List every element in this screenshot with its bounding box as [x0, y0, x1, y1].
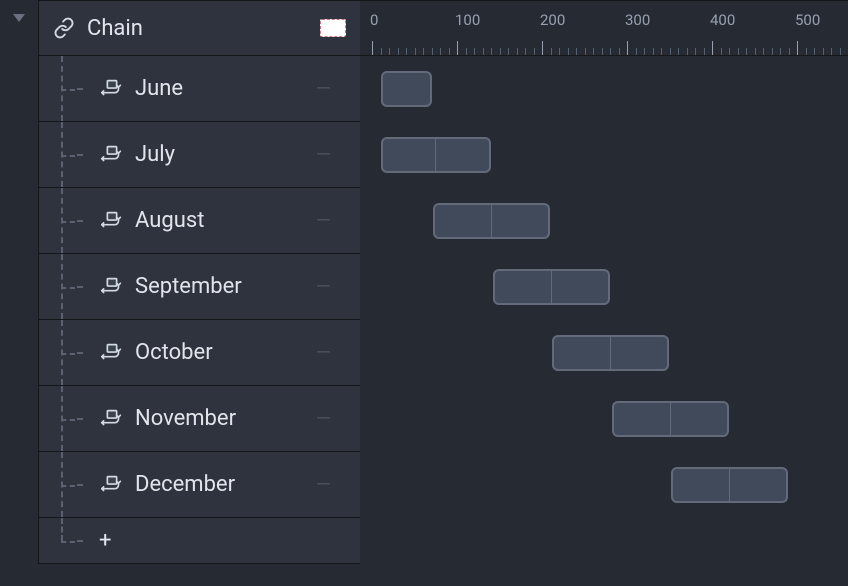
item-label: November — [135, 406, 236, 431]
add-item-row: + — [38, 518, 360, 564]
clip-repeat-icon — [99, 277, 125, 297]
item-label: June — [135, 76, 183, 101]
panel-item-row[interactable]: June – — [38, 56, 360, 122]
clip-repeat-icon — [99, 475, 125, 495]
remove-item-button[interactable]: – — [315, 406, 332, 432]
clip-repeat-icon — [99, 211, 125, 231]
timeline-row — [360, 452, 848, 518]
timeline-row — [360, 254, 848, 320]
remove-item-button[interactable]: – — [315, 274, 332, 300]
ruler-tick-label: 400 — [710, 11, 735, 29]
clip-repeat-icon — [99, 343, 125, 363]
panel-item-row[interactable]: November – — [38, 386, 360, 452]
ruler-tick-label: 500 — [795, 11, 820, 29]
panel-item-row[interactable]: December – — [38, 452, 360, 518]
color-swatch[interactable] — [320, 19, 346, 37]
clip-repeat-icon — [99, 79, 125, 99]
ruler-tick-label: 200 — [540, 11, 565, 29]
timeline-clip[interactable] — [612, 401, 729, 437]
clip-repeat-icon — [99, 409, 125, 429]
chain-icon — [53, 17, 75, 39]
timeline-row — [360, 386, 848, 452]
timeline-area[interactable]: 0 100 200 300 400 500 — [360, 0, 848, 586]
timeline-row — [360, 320, 848, 386]
item-label: July — [135, 142, 175, 167]
ruler-tick-label: 0 — [370, 11, 378, 29]
timeline-ruler: 0 100 200 300 400 500 — [360, 0, 848, 56]
timeline-clip[interactable] — [552, 335, 669, 371]
clip-repeat-icon — [99, 145, 125, 165]
collapse-chevron-icon[interactable] — [13, 14, 25, 22]
timeline-row — [360, 188, 848, 254]
timeline-clip[interactable] — [381, 137, 492, 173]
panel-item-row[interactable]: October – — [38, 320, 360, 386]
chain-title: Chain — [87, 16, 143, 41]
timeline-clip[interactable] — [381, 71, 432, 107]
panel-item-row[interactable]: July – — [38, 122, 360, 188]
timeline-clip[interactable] — [493, 269, 610, 305]
item-label: September — [135, 274, 242, 299]
panel-item-row[interactable]: September – — [38, 254, 360, 320]
remove-item-button[interactable]: – — [315, 208, 332, 234]
remove-item-button[interactable]: – — [315, 472, 332, 498]
chain-header-row[interactable]: Chain — [38, 0, 360, 56]
timeline-clip[interactable] — [671, 467, 788, 503]
panel-item-row[interactable]: August – — [38, 188, 360, 254]
ruler-tick-label: 300 — [625, 11, 650, 29]
timeline-row — [360, 122, 848, 188]
timeline-clip[interactable] — [433, 203, 550, 239]
item-label: October — [135, 340, 213, 365]
remove-item-button[interactable]: – — [315, 142, 332, 168]
item-label: August — [135, 208, 204, 233]
add-item-button[interactable]: + — [99, 528, 111, 553]
track-panel: Chain June – July – — [38, 0, 360, 586]
ruler-tick-label: 100 — [455, 11, 480, 29]
remove-item-button[interactable]: – — [315, 76, 332, 102]
item-label: December — [135, 472, 235, 497]
remove-item-button[interactable]: – — [315, 340, 332, 366]
timeline-row — [360, 56, 848, 122]
